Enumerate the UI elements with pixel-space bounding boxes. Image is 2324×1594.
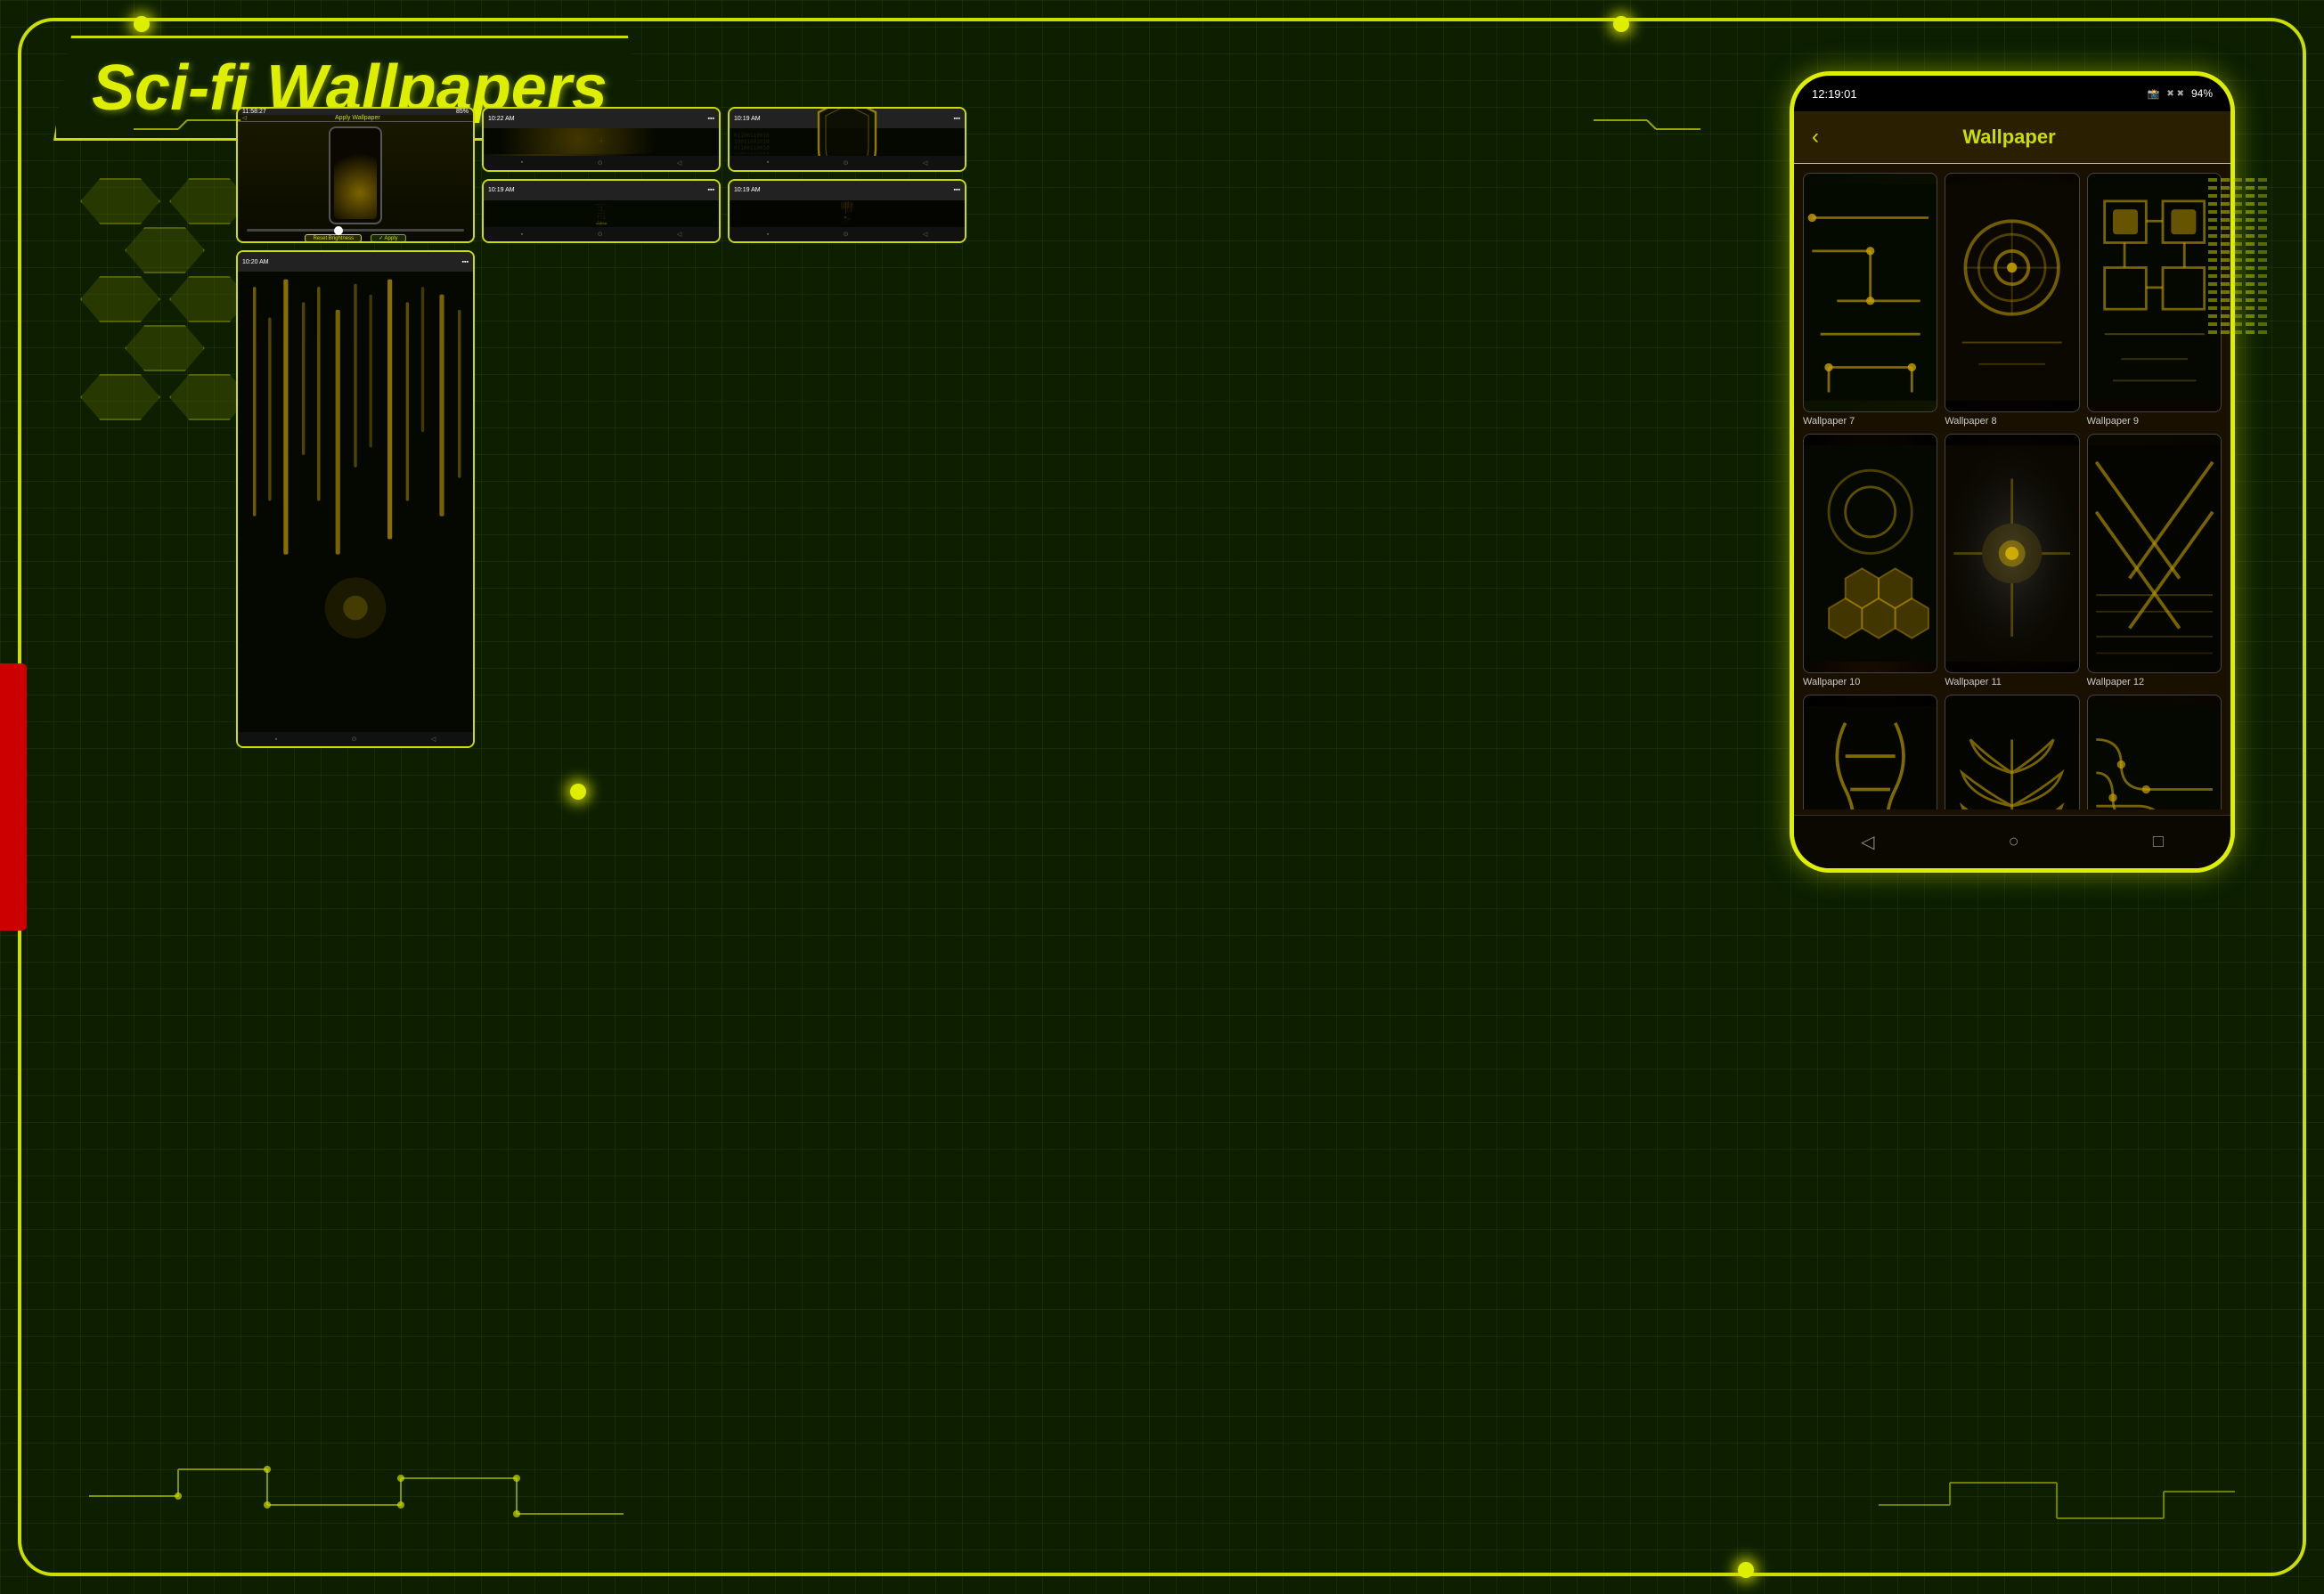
glow-dot-tl	[134, 16, 150, 32]
red-accent-left	[0, 663, 27, 931]
title-deco-lines	[134, 116, 241, 142]
mini-phone-screen	[334, 132, 377, 219]
phone-time: 12:19:01	[1812, 87, 1857, 101]
screenshot-streaks[interactable]: 10:19 AM ▪▪▪	[728, 179, 966, 244]
ss1-apply-bar: ◁ Apply Wallpaper	[238, 115, 473, 122]
wallpaper-item-14[interactable]: Wallpaper 14	[1945, 695, 2079, 809]
screenshot-apply[interactable]: 11:58:27 85% ◁ Apply Wallpaper Reset Bri…	[236, 107, 475, 243]
wallpaper-item-12[interactable]: Wallpaper 12	[2087, 434, 2222, 687]
wallpaper-label-8: Wallpaper 8	[1945, 416, 2079, 427]
wallpaper-label-12: Wallpaper 12	[2087, 677, 2222, 687]
wallpaper-item-10[interactable]: Wallpaper 10	[1803, 434, 1937, 687]
wallpaper-thumb-10	[1803, 434, 1937, 673]
glow-dot-br	[1738, 1562, 1754, 1578]
ss2-nav: ▪⊙◁	[484, 156, 719, 170]
wallpaper-label-11: Wallpaper 11	[1945, 677, 2079, 687]
ss1-brightness-slider[interactable]	[238, 229, 473, 232]
wallpaper-item-13[interactable]: Wallpaper 13	[1803, 695, 1937, 809]
bottom-right-circuit	[1879, 1469, 2235, 1541]
reset-brightness-button[interactable]: Reset Brightness	[305, 234, 362, 242]
ss1-phone-preview	[238, 122, 473, 229]
wallpaper-label-7: Wallpaper 7	[1803, 416, 1937, 427]
apply-button[interactable]: ✓ Apply	[371, 234, 405, 242]
nav-recents-button[interactable]: □	[2153, 832, 2164, 852]
wallpaper-thumb-12	[2087, 434, 2222, 673]
wallpaper-label-10: Wallpaper 10	[1803, 677, 1937, 687]
wallpaper-item-7[interactable]: Wallpaper 7	[1803, 173, 1937, 427]
wallpaper-item-9[interactable]: Wallpaper 9	[2087, 173, 2222, 427]
wallpaper-thumb-8	[1945, 173, 2079, 412]
ss5-nav: ▪⊙◁	[730, 227, 965, 241]
screenshot-dots[interactable]: 10:22 AM ▪▪▪	[482, 107, 721, 172]
nav-home-button[interactable]: ○	[2009, 832, 2019, 852]
ss3-nav: ▪⊙◁	[730, 156, 965, 170]
glow-dot-ml	[570, 784, 586, 800]
wallpaper-thumb-11	[1945, 434, 2079, 673]
screenshot-circuit-big[interactable]: 10:19 AM ▪▪▪	[482, 179, 721, 244]
wallpaper-grid: Wallpaper 7	[1794, 164, 2230, 809]
ss6-nav: ▪⊙◁	[238, 732, 473, 746]
phone-battery: 94%	[2191, 87, 2213, 100]
wallpaper-item-15[interactable]: Wallpaper 15	[2087, 695, 2222, 809]
ss4-nav: ▪⊙◁	[484, 227, 719, 241]
wallpaper-thumb-9	[2087, 173, 2222, 412]
mini-phone	[329, 126, 382, 224]
screenshot-streaks2[interactable]: 10:20 AM ▪▪▪	[236, 250, 475, 748]
right-bars-decoration	[2208, 178, 2288, 334]
phone-app-title: Wallpaper	[1832, 126, 2186, 149]
glow-dot-tr	[1613, 16, 1629, 32]
wallpaper-label-9: Wallpaper 9	[2087, 416, 2222, 427]
ss1-buttons: Reset Brightness ✓ Apply	[238, 232, 473, 243]
wallpaper-item-8[interactable]: Wallpaper 8	[1945, 173, 2079, 427]
title-deco-lines-right	[1594, 116, 1700, 142]
ss1-header: 11:58:27 85%	[238, 109, 473, 115]
phone-content: ‹ Wallpaper	[1794, 111, 2230, 815]
wallpaper-thumb-15	[2087, 695, 2222, 809]
phone-app-header: ‹ Wallpaper	[1794, 111, 2230, 164]
bottom-circuit-decoration	[89, 1452, 624, 1541]
wallpaper-thumb-13	[1803, 695, 1937, 809]
wallpaper-thumb-7	[1803, 173, 1937, 412]
screenshots-grid: 11:58:27 85% ◁ Apply Wallpaper Reset Bri…	[236, 107, 966, 748]
phone-mockup: 12:19:01 📸 ✖ ✖ 94% ‹ Wallpaper	[1790, 71, 2235, 873]
screenshot-shield[interactable]: 10:19 AM ▪▪▪ 011001100101001100101001100…	[728, 107, 966, 172]
wallpaper-thumb-14	[1945, 695, 2079, 809]
nav-back-button[interactable]: ◁	[1861, 831, 1874, 853]
back-button[interactable]: ‹	[1812, 125, 1819, 150]
wallpaper-item-11[interactable]: Wallpaper 11	[1945, 434, 2079, 687]
phone-nav-bar: ◁ ○ □	[1794, 815, 2230, 868]
